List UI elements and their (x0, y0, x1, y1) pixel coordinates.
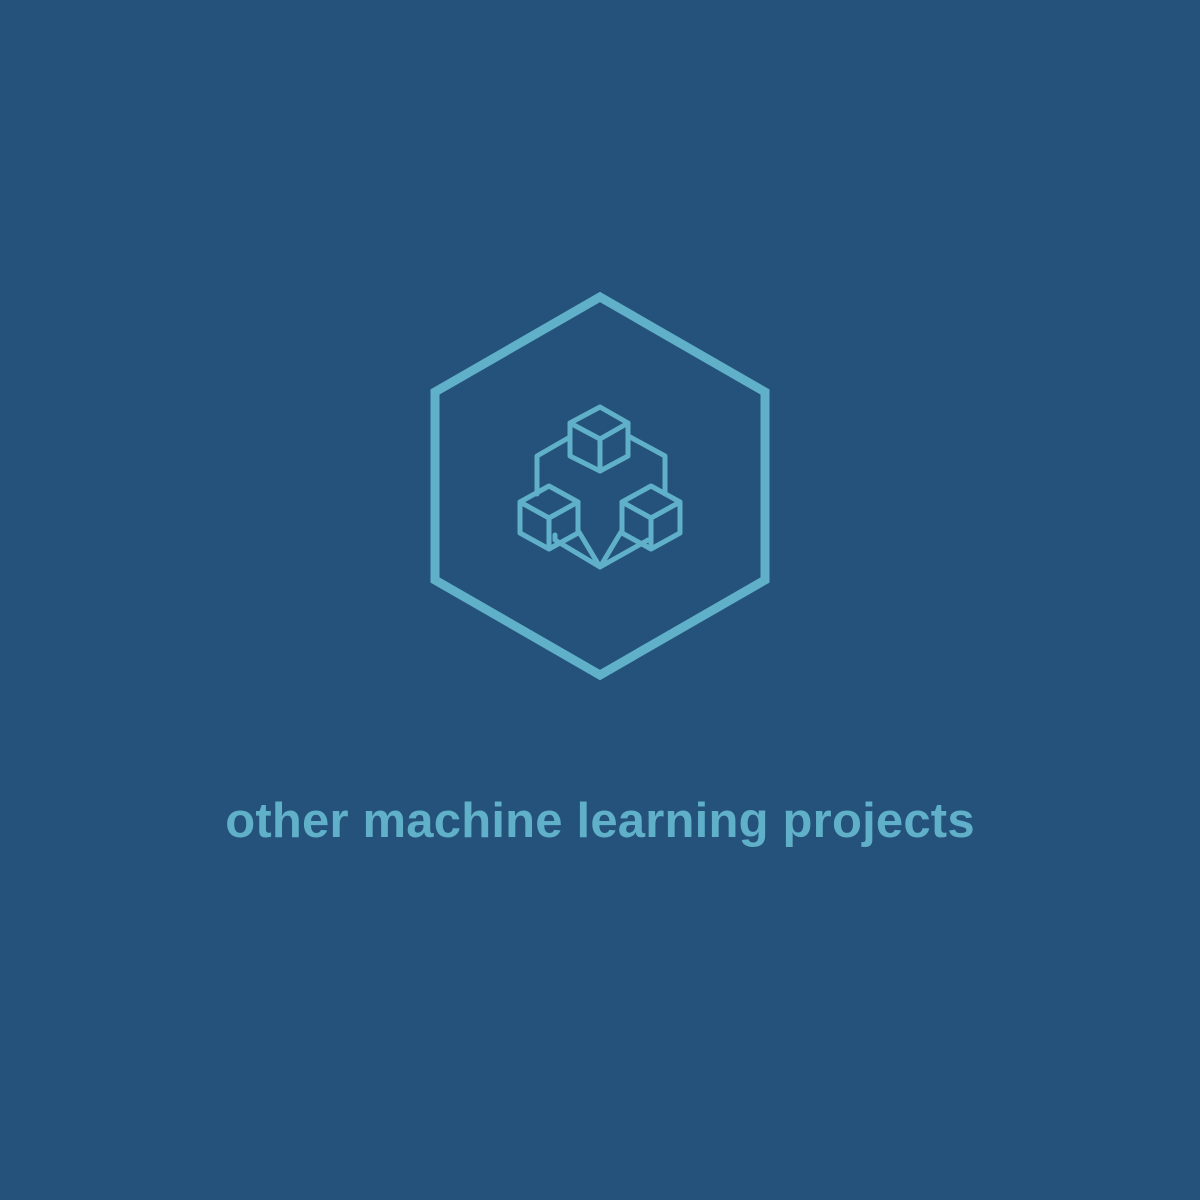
connected-cubes-icon (517, 404, 683, 570)
logo (430, 291, 770, 681)
caption-title: other machine learning projects (225, 794, 975, 848)
hexagon-frame-icon (430, 291, 770, 681)
